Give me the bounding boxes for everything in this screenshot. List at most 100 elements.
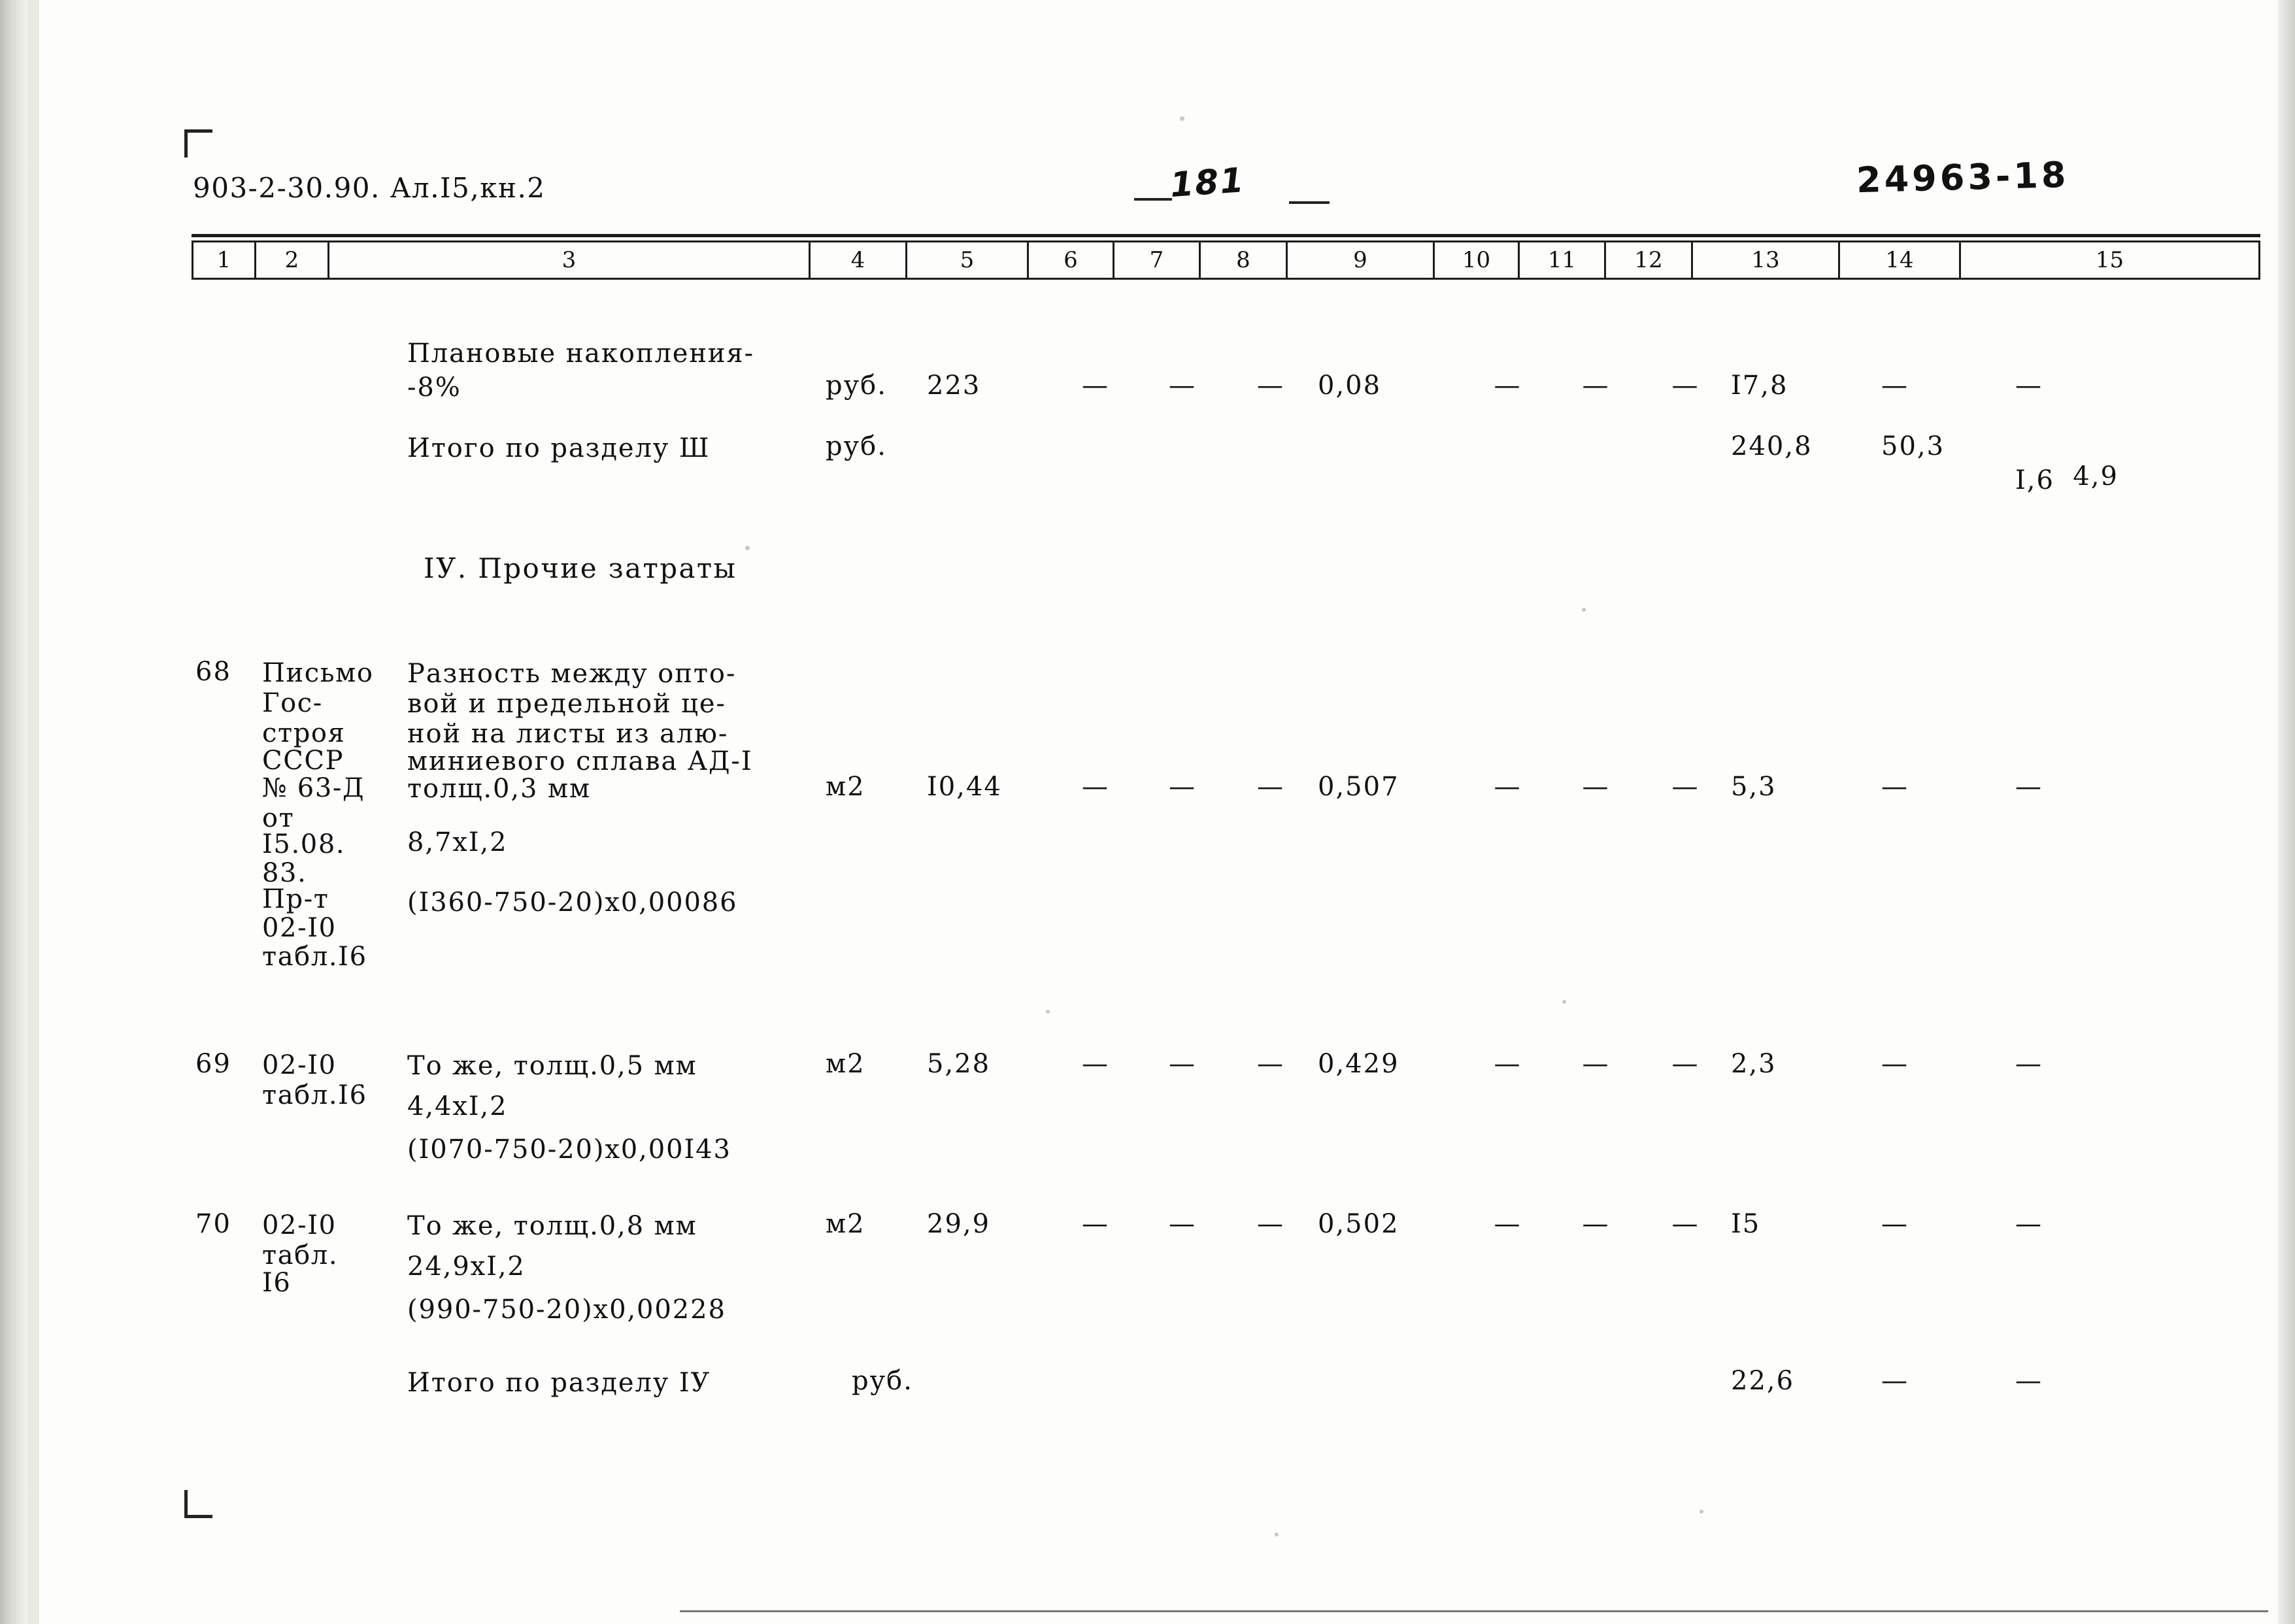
column-number-3: 3 [329, 242, 811, 278]
row-value-13: I7,8 [1731, 371, 1788, 401]
scan-edge-left [0, 0, 27, 1624]
row-value-5: 5,28 [927, 1049, 991, 1079]
document-code: 903-2-30.90. Ал.I5,кн.2 [193, 172, 546, 204]
row-desc-calc-2: (990-750-20)x0,00228 [407, 1295, 726, 1325]
row-value-8: — [1257, 1209, 1283, 1239]
row-desc-calc-1: 8,7xI,2 [407, 827, 508, 857]
column-number-8: 8 [1201, 242, 1288, 278]
row-value-13: 240,8 [1731, 431, 1813, 461]
row-value-13: 2,3 [1731, 1049, 1777, 1079]
row-value-5: 29,9 [927, 1209, 991, 1239]
scan-speck [1046, 1010, 1050, 1014]
row-value-7: — [1169, 1049, 1195, 1079]
table-column-header: 1 2 3 4 5 6 7 8 9 10 11 12 13 14 15 [192, 240, 2260, 280]
row-value-11: — [1582, 1049, 1609, 1079]
scan-edge-right [2278, 0, 2295, 1624]
column-number-9: 9 [1288, 242, 1435, 278]
row-ref-line: № 63-Д [262, 773, 365, 803]
column-number-11: 11 [1520, 242, 1606, 278]
row-value-15: — [2015, 1209, 2041, 1239]
row-value-7: — [1169, 371, 1195, 401]
scan-speck [1582, 608, 1586, 612]
row-value-14: — [1881, 772, 1907, 802]
row-desc-line-1: Итого по разделу Ш [407, 433, 711, 463]
row-value-14: — [1881, 1366, 1907, 1396]
row-value-6: — [1082, 1049, 1108, 1079]
row-value-6: — [1082, 1209, 1108, 1239]
register-mark-top-left [184, 129, 212, 157]
row-ref-line: Гос- [262, 688, 323, 718]
row-unit: м2 [826, 772, 865, 802]
row-number: 68 [195, 657, 231, 687]
row-value-8: — [1257, 371, 1283, 401]
column-number-14: 14 [1840, 242, 1961, 278]
register-mark-bottom-left [184, 1490, 212, 1518]
row-value-12: — [1671, 1049, 1698, 1079]
row-value-15: — [2015, 1366, 2041, 1396]
column-number-7: 7 [1114, 242, 1201, 278]
row-value-6: — [1082, 772, 1108, 802]
row-value-11: — [1582, 1209, 1609, 1239]
row-unit: м2 [826, 1049, 865, 1079]
page-number-dash-right [1289, 201, 1330, 204]
row-ref-line: I5.08. [262, 829, 346, 859]
table-body: Плановые накопления- -8% руб. 223 — — — … [192, 297, 2264, 1474]
row-value-9: 0,08 [1318, 371, 1382, 401]
row-value-11: — [1582, 772, 1609, 802]
row-unit: руб. [826, 371, 887, 401]
row-value-10: — [1494, 1209, 1520, 1239]
column-number-12: 12 [1606, 242, 1693, 278]
row-value-9: 0,429 [1318, 1049, 1399, 1079]
row-value-7: — [1169, 772, 1195, 802]
row-value-12: — [1671, 371, 1698, 401]
row-number: 70 [195, 1209, 231, 1239]
scan-speck [1180, 116, 1184, 121]
scan-speck [1562, 1000, 1566, 1004]
row-ref-line: 02-I0 [262, 1050, 337, 1080]
row-desc-line-1: Плановые накопления- [407, 339, 755, 369]
row-value-12: — [1671, 772, 1698, 802]
row-value-14: — [1881, 1209, 1907, 1239]
row-value-7: — [1169, 1209, 1195, 1239]
row-value-10: — [1494, 1049, 1520, 1079]
row-value-8: — [1257, 1049, 1283, 1079]
row-ref-line: 02-I0 [262, 1210, 337, 1240]
row-value-15: — [2015, 772, 2041, 802]
row-ref-line: Письмо [262, 658, 374, 688]
row-desc-line: Разность между опто- [407, 659, 737, 689]
row-ref-line: 02-I0 [262, 913, 337, 943]
row-value-14: — [1881, 371, 1907, 401]
row-desc-calc-2: (I360-750-20)x0,00086 [407, 887, 738, 918]
row-value-10: — [1494, 371, 1520, 401]
row-unit: м2 [826, 1209, 865, 1239]
row-value-5: I0,44 [927, 772, 1002, 802]
row-ref-line: табл.I6 [262, 1080, 367, 1110]
column-number-2: 2 [256, 242, 329, 278]
row-ref-line: Пр-т [262, 884, 329, 914]
row-value-13: I5 [1731, 1209, 1761, 1239]
row-desc-line: То же, толщ.0,8 мм [407, 1211, 697, 1241]
scan-speck [745, 546, 750, 550]
row-desc-line-1: Итого по разделу IУ [407, 1368, 711, 1398]
row-value-9: 0,507 [1318, 772, 1399, 802]
column-number-13: 13 [1693, 242, 1840, 278]
table-top-rule [192, 234, 2260, 237]
column-number-15: 15 [2095, 247, 2124, 273]
row-value-12: — [1671, 1209, 1698, 1239]
archive-code: 24963-18 [1856, 154, 2070, 201]
row-unit: руб. [826, 431, 887, 461]
section-heading: IУ. Прочие затраты [424, 552, 737, 584]
scan-edge-left-inner [27, 0, 39, 1624]
row-value-11: — [1582, 371, 1609, 401]
page-number-dash-left [1134, 198, 1172, 201]
row-value-6: — [1082, 371, 1108, 401]
column-number-10: 10 [1435, 242, 1520, 278]
scan-speck [1275, 1533, 1279, 1536]
row-value-14: 50,3 [1881, 431, 1945, 461]
row-value-5: 223 [927, 371, 981, 401]
row-desc-line-2: -8% [407, 373, 461, 403]
row-number: 69 [195, 1049, 231, 1079]
scan-speck [1700, 1510, 1703, 1514]
row-ref-line: I6 [262, 1268, 292, 1298]
row-desc-calc-1: 24,9xI,2 [407, 1251, 526, 1282]
